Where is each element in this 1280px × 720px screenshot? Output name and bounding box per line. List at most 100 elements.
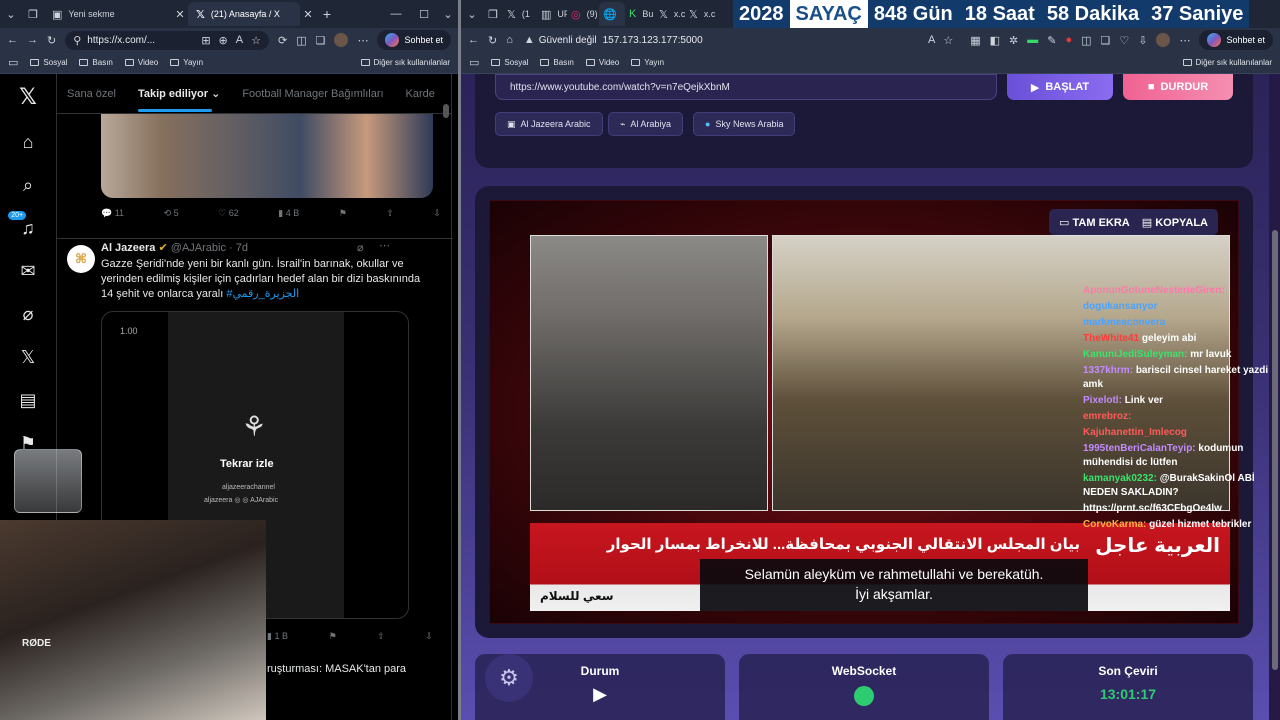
site-info-icon[interactable]: ⚲ [73,34,81,47]
notifications-icon[interactable]: ♫ 20+ [7,210,35,239]
repost-button[interactable]: ⟲ 5 [164,208,179,219]
fav-yayin[interactable]: Yayın [631,58,664,67]
stop-button[interactable]: ■ DURDUR [1123,74,1233,100]
page-scrollbar[interactable] [1272,230,1278,670]
tab-x-home[interactable]: 𝕏 (21) Anasayfa / X [188,2,300,26]
chat-username[interactable]: 1337khrm: [1083,365,1133,376]
lists-icon[interactable]: ▤ [19,390,36,411]
fav-sosyal[interactable]: Sosyal [491,58,528,67]
favorite-star-icon[interactable]: ☆ [943,34,953,47]
workspaces-icon[interactable]: ❐ [22,8,44,21]
workspaces-icon[interactable]: ❐ [483,8,503,21]
collections-icon[interactable]: ❏ [1101,34,1111,47]
tweet-aljazeera[interactable]: ⌘ Al Jazeera ✔ @AJArabic · 7d ⌀ ⋯ Gazze … [57,238,453,675]
channel-alarabiya[interactable]: ⌁ Al Arabiya [608,112,683,136]
messages-icon[interactable]: ✉ [20,261,35,282]
forward-icon[interactable]: → [27,34,38,46]
tab-uf[interactable]: ▥ UF [537,2,567,26]
download-icon[interactable]: ⇩ [425,631,433,642]
tab-for-you[interactable]: Sana özel [67,88,116,100]
ext-6-icon[interactable]: ● [1065,34,1072,46]
feed-scrollbar[interactable] [443,104,449,118]
split-icon[interactable]: ◫ [296,34,306,47]
post-image[interactable] [101,114,433,198]
views-button[interactable]: ▮ 1 B [267,631,288,642]
fullscreen-button[interactable]: ▭ TAM EKRA [1059,216,1130,229]
chat-username[interactable]: dogukansanyor [1083,301,1157,312]
profile-avatar[interactable] [334,33,349,47]
fav-other[interactable]: Diğer sık kullanılanlar [360,58,450,67]
share-icon[interactable]: ⇧ [377,631,385,642]
fav-yayin[interactable]: Yayın [170,58,203,67]
chat-username[interactable]: AponunGotuneNesterieGiren: [1083,285,1225,296]
heart-icon[interactable]: ♡ [1119,34,1129,47]
chat-username[interactable]: TheWhite41 [1083,333,1139,344]
channel-skynews[interactable]: ● Sky News Arabia [693,112,796,136]
back-icon[interactable]: ← [7,34,18,46]
more-icon[interactable]: ⋯ [379,239,390,252]
copilot-button[interactable]: Sohbet et [377,30,451,50]
home-icon[interactable]: ⌂ [506,34,513,46]
tab-menu-icon[interactable]: ⌄ [0,8,22,21]
x-logo-icon[interactable]: 𝕏 [19,84,37,110]
tab-x-3[interactable]: 𝕏x.c [685,2,715,26]
tab-following[interactable]: Takip ediliyor ⌄ [137,87,220,112]
download-icon[interactable]: ⇩ [433,208,441,219]
bookmark-icon[interactable]: ⚑ [339,208,347,219]
tab-x-2[interactable]: 𝕏x.c [655,2,685,26]
zoom-icon[interactable]: ⊕ [219,34,228,47]
chat-username[interactable]: CorvoKarma: [1083,519,1146,530]
chat-username[interactable]: markmeaconvera [1083,317,1165,328]
copy-button[interactable]: ▤ KOPYALA [1142,216,1208,229]
favorite-star-icon[interactable]: ☆ [251,34,261,47]
tab-karde[interactable]: Karde [406,88,435,100]
copilot-button[interactable]: Sohbet et [1199,30,1273,50]
home-icon[interactable]: ⌂ [23,132,34,153]
url-field[interactable]: ▲ Güvenli değil 157.173.123.177:5000 A ☆ [521,30,962,50]
channel-aljazeera[interactable]: ▣ Al Jazeera Arabic [495,112,603,136]
fav-video[interactable]: Video [585,58,619,67]
tab-x-1[interactable]: 𝕏 (1 [503,2,537,26]
chat-username[interactable]: kamanyak0232: [1083,473,1157,484]
maximize-icon[interactable]: ☐ [410,8,438,21]
share-icon[interactable]: ⇧ [386,208,394,219]
bookmark-icon[interactable]: ⚑ [329,631,337,642]
tab-new[interactable]: ▣ Yeni sekme [44,2,172,26]
fav-other[interactable]: Diğer sık kullanılanlar [1182,58,1272,67]
tab-menu-icon[interactable]: ⌄ [461,8,483,21]
tweet-hashtag[interactable]: #الجزيرة_رقمي [226,288,299,300]
fav-basin[interactable]: Basın [79,58,113,67]
fav-sosyal[interactable]: Sosyal [30,58,67,67]
tab-bu[interactable]: K Bu [625,2,655,26]
minimize-icon[interactable]: — [382,8,410,20]
extensions-icon[interactable]: ⟳ [278,34,287,47]
profile-avatar[interactable] [1156,33,1171,47]
tweet-handle[interactable]: @AJArabic [171,242,226,254]
chevron-down-icon[interactable]: ⌄ [438,8,458,21]
ext-4-icon[interactable]: ▬ [1027,34,1038,46]
back-icon[interactable]: ← [468,34,479,46]
ext-5-icon[interactable]: ✎ [1047,34,1056,47]
url-field[interactable]: ⚲ https://x.com/... ⊞ ⊕ A ☆ [65,30,269,50]
tab-football-manager[interactable]: Football Manager Bağımlıları [242,88,383,100]
favorites-icon[interactable]: ▭ [8,56,18,69]
explore-icon[interactable]: ⌕ [23,175,33,196]
fav-video[interactable]: Video [124,58,158,67]
tweet-author[interactable]: Al Jazeera [101,242,155,254]
more-icon[interactable]: ⋯ [357,34,368,47]
favorites-icon[interactable]: ▭ [469,56,479,69]
grok-icon[interactable]: ⌀ [23,304,34,325]
chat-username[interactable]: emrebroz: [1083,411,1131,422]
ext-2-icon[interactable]: ◧ [990,34,1000,47]
new-tab-button[interactable]: + [316,6,338,22]
settings-icon[interactable]: ⚙ [485,654,533,702]
premium-x-icon[interactable]: 𝕏 [21,347,36,368]
download-icon[interactable]: ⇩ [1138,34,1147,47]
collections-icon[interactable]: ❏ [316,34,326,47]
close-tab-icon[interactable]: ✕ [300,8,316,21]
aljazeera-avatar[interactable]: ⌘ [67,245,95,273]
read-aloud-icon[interactable]: A [928,34,935,46]
split-icon[interactable]: ◫ [1081,34,1091,47]
chat-username[interactable]: KanuniJediSuleyman: [1083,349,1187,360]
chat-username[interactable]: 1995tenBeriCalanTeyip: [1083,443,1196,454]
